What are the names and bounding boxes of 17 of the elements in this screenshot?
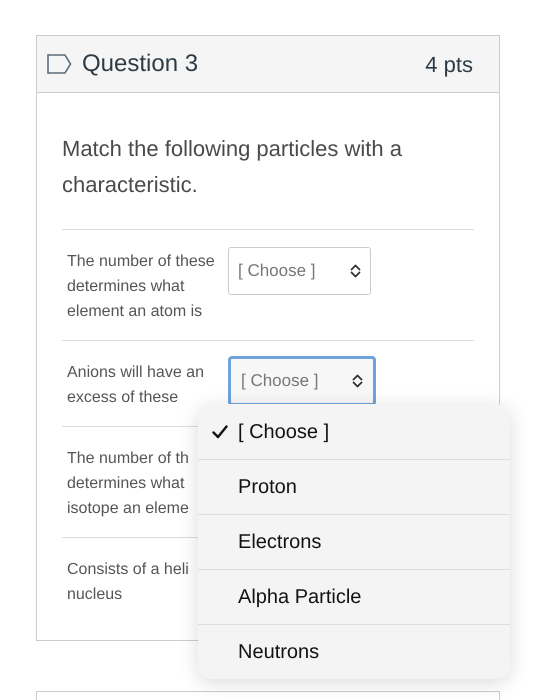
- match-prompt: The number of these determines what element an atom is: [67, 252, 216, 322]
- dropdown-option[interactable]: Proton: [198, 459, 510, 514]
- choose-select[interactable]: [ Choose ]: [228, 356, 376, 406]
- dropdown-option[interactable]: Electrons: [198, 514, 510, 569]
- checkmark-icon: [212, 424, 228, 438]
- match-prompt: Consists of a heli nucleus: [67, 560, 190, 605]
- dropdown-option[interactable]: [ Choose ]: [198, 404, 510, 459]
- choose-select[interactable]: [ Choose ]: [228, 247, 371, 295]
- match-prompt: The number of th determines what isotope an eleme: [67, 449, 190, 519]
- dropdown-option[interactable]: Alpha Particle: [198, 569, 510, 624]
- dropdown-option[interactable]: Neutrons: [198, 624, 510, 679]
- points-label: 4 pts: [425, 50, 473, 79]
- question-prompt: Match the following particles with a characteristic.: [62, 135, 403, 199]
- up-down-chevron-icon: [352, 374, 363, 388]
- bookmark-flag-icon[interactable]: [47, 54, 72, 74]
- up-down-chevron-icon: [350, 264, 361, 278]
- question-title: Question 3: [82, 49, 198, 79]
